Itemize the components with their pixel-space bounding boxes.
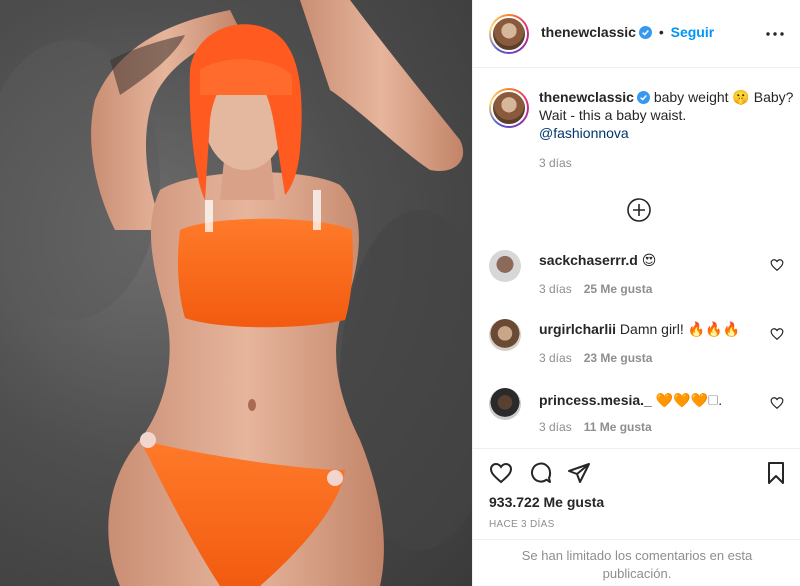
comment-icon[interactable] bbox=[529, 461, 553, 485]
comment-item: sackchaserrr.d 😍 3 días 25 Me gusta bbox=[489, 250, 789, 310]
caption-mention[interactable]: @fashionnova bbox=[539, 125, 629, 141]
header-separator: • bbox=[658, 24, 664, 40]
verified-badge-icon bbox=[638, 26, 652, 39]
comment-text: 😍 bbox=[641, 252, 657, 268]
author-avatar[interactable] bbox=[489, 14, 529, 54]
verified-badge-icon bbox=[636, 91, 650, 104]
comment-time[interactable]: 3 días bbox=[539, 351, 572, 365]
instagram-post-modal: thenewclassic • Seguir thenewclassic bab… bbox=[0, 0, 800, 586]
comment-item: urgirlcharlii Damn girl! 🔥🔥🔥 3 días 23 Me… bbox=[489, 319, 789, 379]
post-header: thenewclassic • Seguir bbox=[473, 0, 800, 68]
commenter-avatar[interactable] bbox=[489, 388, 521, 420]
caption-time[interactable]: 3 días bbox=[539, 154, 800, 172]
heart-icon[interactable] bbox=[489, 461, 513, 485]
bookmark-icon[interactable] bbox=[764, 461, 788, 485]
caption-avatar[interactable] bbox=[489, 88, 529, 128]
comment-likes[interactable]: 25 Me gusta bbox=[584, 282, 653, 296]
comment-time[interactable]: 3 días bbox=[539, 282, 572, 296]
comment-item: princess.mesia._ 🧡🧡🧡🗆. 3 días 11 Me gusta bbox=[489, 388, 789, 448]
post-side-panel: thenewclassic • Seguir thenewclassic bab… bbox=[472, 0, 800, 586]
caption-text-block: thenewclassic baby weight 🤫 Baby? Wait -… bbox=[539, 88, 800, 172]
caption-username[interactable]: thenewclassic bbox=[539, 89, 634, 105]
comment-likes[interactable]: 11 Me gusta bbox=[584, 420, 652, 434]
share-icon[interactable] bbox=[567, 461, 591, 485]
comment-text: 🧡🧡🧡🗆. bbox=[655, 392, 723, 408]
comment-likes[interactable]: 23 Me gusta bbox=[584, 351, 653, 365]
comment-username[interactable]: sackchaserrr.d bbox=[539, 252, 638, 268]
comment-like-heart-icon[interactable] bbox=[770, 396, 784, 410]
plus-circle-icon[interactable] bbox=[626, 197, 652, 223]
more-options-icon[interactable] bbox=[765, 26, 785, 42]
commenter-avatar[interactable] bbox=[489, 319, 521, 351]
comment-username[interactable]: princess.mesia._ bbox=[539, 392, 652, 408]
comment-text: Damn girl! 🔥🔥🔥 bbox=[619, 321, 740, 337]
post-date[interactable]: HACE 3 DÍAS bbox=[489, 519, 555, 530]
commenter-avatar[interactable] bbox=[489, 250, 521, 282]
comment-time[interactable]: 3 días bbox=[539, 420, 572, 434]
comments-limited-notice: Se han limitado los comentarios en esta … bbox=[473, 539, 800, 586]
comment-like-heart-icon[interactable] bbox=[770, 327, 784, 341]
post-photo[interactable] bbox=[0, 0, 472, 586]
comment-like-heart-icon[interactable] bbox=[770, 258, 784, 272]
post-actions: 933.722 Me gusta HACE 3 DÍAS Se han limi… bbox=[473, 448, 800, 586]
follow-button[interactable]: Seguir bbox=[671, 24, 715, 40]
photo-illustration bbox=[0, 0, 472, 586]
comment-username[interactable]: urgirlcharlii bbox=[539, 321, 616, 337]
likes-count[interactable]: 933.722 Me gusta bbox=[489, 494, 604, 510]
author-username[interactable]: thenewclassic bbox=[541, 24, 636, 40]
